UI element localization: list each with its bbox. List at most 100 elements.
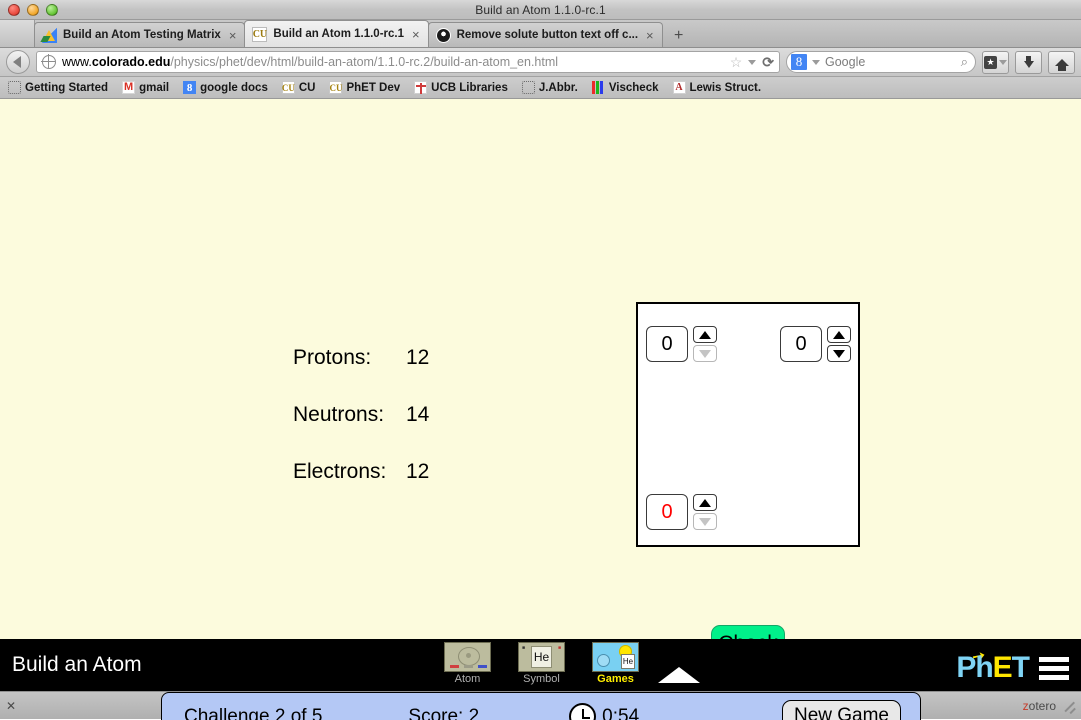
challenge-counter: Challenge 2 of 5	[184, 705, 323, 720]
neutrons-decrement-button[interactable]	[827, 345, 851, 362]
bookmark-label: CU	[298, 81, 316, 94]
github-icon	[435, 27, 451, 43]
chevron-down-icon	[999, 59, 1007, 65]
readout-value: 14	[406, 403, 430, 426]
dotted-placeholder-icon	[521, 81, 535, 94]
cu-boulder-icon: CU	[281, 81, 295, 94]
url-domain-bold: colorado.edu	[91, 55, 171, 69]
bookmark-gmail[interactable]: gmail	[122, 81, 169, 94]
google-docs-icon: 8	[183, 81, 197, 94]
menu-icon[interactable]	[1039, 657, 1069, 680]
tab-atom[interactable]: Atom	[444, 639, 491, 685]
module-tabs: Atom ■ ■ He Symbol He Games	[444, 639, 639, 691]
bookmarks-button[interactable]: ★	[982, 50, 1009, 74]
neutrons-spinner-value[interactable]: 0	[780, 326, 822, 362]
cu-boulder-icon: CU	[252, 26, 268, 42]
protons-spinner-arrows	[693, 326, 717, 362]
bookmark-google-docs[interactable]: 8 google docs	[183, 81, 268, 94]
chevron-down-icon[interactable]	[812, 59, 820, 65]
tab-remove-solute-button[interactable]: Remove solute button text off c... ×	[427, 22, 663, 47]
electrons-spinner: 0	[646, 494, 717, 530]
bookmark-getting-started[interactable]: Getting Started	[8, 81, 108, 94]
home-button[interactable]	[1048, 50, 1075, 74]
answer-entry-panel: 0 0 0	[636, 302, 860, 547]
readout-label: Neutrons:	[293, 403, 385, 426]
phet-logo-part1: Ph	[956, 651, 993, 684]
search-placeholder: Google	[825, 55, 866, 69]
downloads-button[interactable]	[1015, 50, 1042, 74]
bookmark-star-icon[interactable]: ☆	[730, 54, 743, 71]
readout-value: 12	[406, 346, 430, 369]
chevron-down-icon[interactable]	[748, 59, 757, 65]
close-tab-icon[interactable]: ×	[227, 29, 239, 42]
electrons-decrement-button[interactable]	[693, 513, 717, 530]
bookmark-cu[interactable]: CU CU	[281, 81, 316, 94]
bookmark-label: Lewis Struct.	[689, 81, 762, 94]
sim-home-button[interactable]	[658, 650, 700, 683]
close-strip-icon[interactable]: ✕	[6, 699, 16, 713]
zotero-indicator[interactable]: zotero	[1023, 699, 1075, 713]
new-tab-button[interactable]: +	[666, 25, 692, 47]
neutrons-increment-button[interactable]	[827, 326, 851, 343]
tab-label: Remove solute button text off c...	[456, 29, 639, 41]
neutrons-spinner: 0	[780, 326, 851, 362]
game-status-bar: Challenge 2 of 5 Score: 2 0:54 New Game	[161, 692, 921, 720]
globe-icon	[41, 54, 56, 69]
triangle-up-icon	[699, 498, 711, 507]
module-label: Games	[597, 673, 634, 685]
address-bar[interactable]: www.colorado.edu/physics/phet/dev/html/b…	[36, 51, 780, 73]
resize-grip-icon[interactable]	[1062, 699, 1075, 712]
bookmark-ucb-libraries[interactable]: UCB Libraries	[414, 81, 508, 94]
simulation-canvas: Protons: 12 Neutrons: 14 Electrons: 12 0	[0, 99, 1081, 720]
search-input[interactable]: 8 Google ⌕	[786, 51, 976, 73]
new-game-button[interactable]: New Game	[781, 700, 901, 720]
neutrons-spinner-arrows	[827, 326, 851, 362]
navigation-toolbar: www.colorado.edu/physics/phet/dev/html/b…	[0, 48, 1081, 77]
readout-value: 12	[406, 460, 430, 483]
url-domain: www.colorado.edu	[62, 55, 170, 69]
bookmark-label: PhET Dev	[346, 81, 401, 94]
bookmark-label: Getting Started	[25, 81, 109, 94]
protons-spinner-value[interactable]: 0	[646, 326, 688, 362]
electrons-spinner-value[interactable]: 0	[646, 494, 688, 530]
tab-games[interactable]: He Games	[592, 639, 639, 685]
electrons-spinner-arrows	[693, 494, 717, 530]
particle-counts-readout: Protons: 12 Neutrons: 14 Electrons: 12	[293, 347, 429, 518]
bookmark-label: J.Abbr.	[538, 81, 578, 94]
tab-strip: Build an Atom Testing Matrix × CU Build …	[0, 20, 1081, 48]
zotero-rest: otero	[1028, 698, 1056, 713]
browser-window: Build an Atom 1.1.0-rc.1 Build an Atom T…	[0, 0, 1081, 720]
phet-logo[interactable]: PhET	[956, 651, 1030, 685]
tab-build-an-atom-testing-matrix[interactable]: Build an Atom Testing Matrix ×	[34, 22, 246, 47]
bookmark-label: gmail	[139, 81, 170, 94]
close-tab-icon[interactable]: ×	[410, 28, 422, 41]
sim-navigation-bar: Build an Atom Atom ■ ■ He Symbol He Game…	[0, 639, 1081, 691]
dotted-placeholder-icon	[8, 81, 21, 94]
protons-increment-button[interactable]	[693, 326, 717, 343]
url-text: www.colorado.edu/physics/phet/dev/html/b…	[62, 55, 724, 69]
bookmark-lewis-struct[interactable]: A Lewis Struct.	[672, 81, 762, 94]
close-tab-icon[interactable]: ×	[644, 29, 656, 42]
readout-row-protons: Protons: 12	[293, 347, 429, 371]
tab-build-an-atom[interactable]: CU Build an Atom 1.1.0-rc.1 ×	[244, 20, 429, 47]
bookmark-j-abbr[interactable]: J.Abbr.	[521, 81, 578, 94]
triangle-down-icon	[699, 517, 711, 526]
clock-icon	[569, 703, 597, 720]
url-domain-prefix: www.	[62, 55, 92, 69]
tab-symbol[interactable]: ■ ■ He Symbol	[518, 639, 565, 685]
download-arrow-icon	[1023, 60, 1034, 68]
bookmark-phet-dev[interactable]: CU PhET Dev	[329, 81, 400, 94]
atom-module-icon	[444, 642, 491, 672]
sim-title: Build an Atom	[12, 653, 142, 676]
protons-decrement-button[interactable]	[693, 345, 717, 362]
reload-icon[interactable]: ⟳	[762, 54, 774, 71]
search-icon[interactable]: ⌕	[961, 54, 968, 70]
electrons-increment-button[interactable]	[693, 494, 717, 511]
back-button[interactable]	[6, 50, 30, 74]
bookmark-vischeck[interactable]: Vischeck	[591, 81, 659, 94]
ucb-libraries-icon	[414, 81, 428, 94]
lewis-struct-icon: A	[672, 81, 686, 94]
games-module-icon: He	[592, 642, 639, 672]
window-titlebar: Build an Atom 1.1.0-rc.1	[0, 0, 1081, 20]
readout-label: Electrons:	[293, 460, 387, 483]
